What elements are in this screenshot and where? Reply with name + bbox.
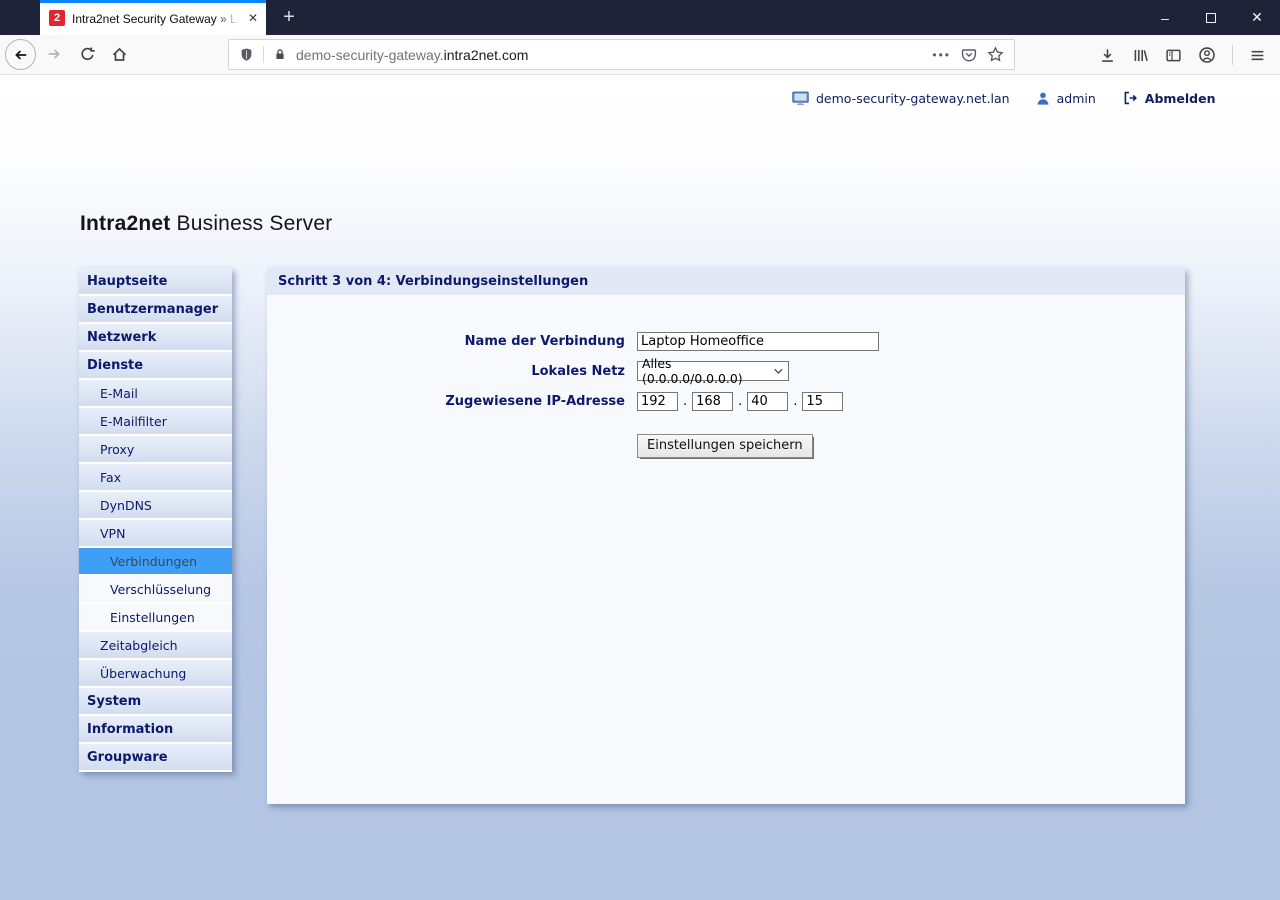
sidebar-item-proxy[interactable]: Proxy: [79, 436, 232, 464]
host-monitor-icon: [792, 91, 809, 106]
url-subdomain: demo-security-gateway.: [296, 46, 444, 63]
home-icon: [112, 47, 127, 61]
active-tab-indicator: [40, 0, 266, 3]
bookmark-star-icon[interactable]: [987, 46, 1004, 63]
download-icon: [1102, 48, 1113, 62]
user-icon: [1036, 91, 1050, 106]
main-panel: Schritt 3 von 4: Verbindungseinstellunge…: [267, 268, 1185, 804]
host-name: demo-security-gateway.net.lan: [816, 90, 1010, 106]
sidebar-item-benutzermanager[interactable]: Benutzermanager: [79, 296, 232, 324]
downloads-button[interactable]: [1099, 47, 1116, 64]
local-network-label: Lokales Netz: [531, 363, 625, 379]
sidebar-item-groupware[interactable]: Groupware: [79, 744, 232, 772]
reload-icon: [81, 47, 95, 61]
reload-button[interactable]: [79, 46, 96, 63]
forward-button[interactable]: [46, 46, 62, 62]
sidebar-item-verbindungen[interactable]: Verbindungen: [79, 548, 232, 576]
tab-title-fade: [216, 9, 243, 26]
user-name: admin: [1056, 90, 1096, 106]
ip-octet-2[interactable]: [692, 391, 734, 411]
url-domain: intra2net.com: [443, 46, 529, 63]
window-close-button[interactable]: ✕: [1234, 0, 1280, 35]
url-bar[interactable]: demo-security-gateway. intra2net.com •••: [228, 39, 1015, 70]
sidebar-item-email[interactable]: E-Mail: [79, 380, 232, 408]
account-icon: [1199, 47, 1215, 63]
sidebar-item-fax[interactable]: Fax: [79, 464, 232, 492]
intra2net-favicon: 2: [49, 9, 65, 26]
page-content: demo-security-gateway.net.lan admin Abme…: [0, 76, 1280, 900]
logo-product: Business Server: [170, 212, 333, 235]
sidebar-item-netzwerk[interactable]: Netzwerk: [79, 324, 232, 352]
sidebar-item-verschluesselung[interactable]: Verschlüsselung: [79, 576, 232, 604]
toolbar-right-icons: [1091, 35, 1274, 75]
ip-dot: .: [683, 393, 688, 409]
session-bar: demo-security-gateway.net.lan admin Abme…: [792, 90, 1216, 106]
tab-title-wrap: Intra2net Security Gateway » Li: [72, 9, 243, 26]
menu-button[interactable]: [1249, 47, 1266, 64]
sidebar-item-system[interactable]: System: [79, 688, 232, 716]
assigned-ip-row: Zugewiesene IP-Adresse . . .: [267, 386, 844, 416]
browser-tab[interactable]: 2 Intra2net Security Gateway » Li ✕: [40, 0, 266, 35]
connection-name-input[interactable]: [637, 331, 879, 351]
library-icon: [1134, 49, 1148, 61]
window-minimize-button[interactable]: –: [1142, 0, 1188, 35]
sidebar-item-ueberwachung[interactable]: Überwachung: [79, 660, 232, 688]
ip-octet-1[interactable]: [637, 391, 678, 411]
browser-titlebar: 2 Intra2net Security Gateway » Li ✕ + – …: [0, 0, 1280, 35]
assigned-ip-label: Zugewiesene IP-Adresse: [445, 393, 625, 409]
connection-name-row: Name der Verbindung: [267, 326, 879, 356]
browser-toolbar: demo-security-gateway. intra2net.com •••: [0, 35, 1280, 75]
ip-dot: .: [793, 393, 798, 409]
save-settings-button[interactable]: Einstellungen speichern: [637, 434, 813, 458]
sidebar-item-emailfilter[interactable]: E-Mailfilter: [79, 408, 232, 436]
logo-brand: Intra2net: [80, 212, 171, 235]
https-lock-icon[interactable]: [273, 47, 287, 62]
tab-title: Intra2net Security Gateway » Li: [72, 11, 240, 26]
logout-icon: [1122, 90, 1138, 106]
sidebar-panel-icon: [1166, 49, 1181, 61]
back-button[interactable]: [5, 39, 36, 70]
sidebar-item-hauptseite[interactable]: Hauptseite: [79, 268, 232, 296]
home-button[interactable]: [111, 46, 128, 63]
connection-name-label: Name der Verbindung: [464, 333, 625, 349]
tracking-protection-shield-icon[interactable]: [239, 47, 254, 62]
new-tab-button[interactable]: +: [272, 0, 306, 35]
urlbar-divider: [263, 46, 264, 63]
chevron-down-icon: [774, 368, 783, 374]
ip-dot: .: [738, 393, 743, 409]
logout-link[interactable]: Abmelden: [1145, 91, 1216, 106]
wizard-form: Name der Verbindung Lokales Netz Alles (…: [267, 295, 1185, 804]
account-button[interactable]: [1198, 46, 1216, 64]
local-network-row: Lokales Netz Alles (0.0.0.0/0.0.0.0): [267, 356, 789, 386]
sidebar-item-information[interactable]: Information: [79, 716, 232, 744]
sidebar-item-einstellungen[interactable]: Einstellungen: [79, 604, 232, 632]
sidebar-item-vpn[interactable]: VPN: [79, 520, 232, 548]
library-button[interactable]: [1132, 47, 1149, 64]
local-network-selected-value: Alles (0.0.0.0/0.0.0.0): [642, 356, 743, 386]
back-arrow-icon: [14, 49, 26, 60]
window-maximize-button[interactable]: [1188, 0, 1234, 35]
page-actions-icon[interactable]: •••: [932, 48, 951, 62]
maximize-icon: [1206, 12, 1216, 23]
window-controls: – ✕: [1142, 0, 1280, 35]
hamburger-icon: [1251, 50, 1264, 60]
toolbar-separator: [1232, 45, 1233, 65]
sidebar-item-zeitabgleich[interactable]: Zeitabgleich: [79, 632, 232, 660]
tab-close-icon[interactable]: ✕: [248, 11, 258, 25]
ip-octet-3[interactable]: [747, 391, 789, 411]
sidebar-menu: Hauptseite Benutzermanager Netzwerk Dien…: [79, 268, 232, 772]
sidebars-button[interactable]: [1165, 47, 1182, 64]
ip-octet-4[interactable]: [802, 391, 844, 411]
forward-arrow-icon: [48, 49, 60, 59]
wizard-step-title: Schritt 3 von 4: Verbindungseinstellunge…: [267, 268, 1185, 295]
local-network-select[interactable]: Alles (0.0.0.0/0.0.0.0): [637, 356, 789, 386]
product-logo: Intra2net Business Server: [80, 212, 332, 236]
sidebar-item-dienste[interactable]: Dienste: [79, 352, 232, 380]
pocket-icon[interactable]: [961, 47, 977, 63]
sidebar-item-dyndns[interactable]: DynDNS: [79, 492, 232, 520]
